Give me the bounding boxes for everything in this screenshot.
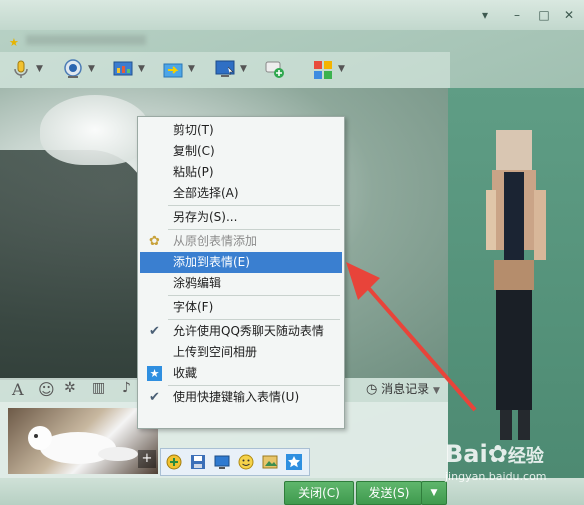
qq-chat-window: ★ ▾ – □ ✕ ▼ ▼ ▼ ▼ ▼ ▼ A ☺ ✲ ▥ ♪ ◷ 消息记录 ▼… [0, 0, 584, 505]
chevron-down-icon: ▼ [36, 64, 43, 74]
pasted-cat-image[interactable] [8, 408, 158, 474]
remote-desktop-button[interactable]: ▼ [212, 56, 256, 82]
menu-item[interactable]: 剪切(T) [140, 120, 342, 141]
watermark-url: jingyan.baidu.com [445, 470, 547, 483]
chevron-down-icon: ▼ [338, 64, 345, 74]
video-call-button[interactable]: ▼ [60, 56, 104, 82]
menu-dropdown-button[interactable]: ▾ [476, 8, 494, 22]
remote-desktop-icon [215, 60, 235, 77]
image-zoom-icon[interactable]: + [138, 450, 156, 468]
menu-item-label: 收藏 [173, 366, 198, 380]
voice-message-icon[interactable]: ♪ [122, 380, 131, 396]
watermark-brand: Bai [445, 440, 488, 468]
menu-separator [168, 319, 340, 320]
maximize-button[interactable]: □ [535, 8, 553, 22]
screenshot-icon[interactable]: ▥ [92, 380, 105, 396]
menu-item[interactable]: 上传到空间相册 [140, 342, 342, 363]
image-action-toolbar [160, 448, 310, 476]
microphone-icon [14, 60, 28, 78]
close-button[interactable]: 关闭(C) [284, 481, 354, 505]
star-icon: ★ [9, 36, 19, 49]
send-options-button[interactable]: ▼ [421, 481, 447, 505]
menu-item[interactable]: 字体(F) [140, 297, 342, 318]
watermark-brand2: 经验 [507, 446, 544, 467]
menu-separator [168, 295, 340, 296]
chevron-down-icon: ▼ [240, 64, 247, 74]
font-icon[interactable]: A [12, 380, 24, 399]
menu-item-label: 全部选择(A) [173, 186, 239, 200]
background-photo-hat [40, 95, 150, 165]
star-bookmark-icon: ★ [147, 366, 162, 381]
file-transfer-icon [163, 63, 183, 78]
paw-icon: ✿ [487, 440, 508, 468]
menu-separator [168, 229, 340, 230]
menu-item[interactable]: ★ 收藏 [140, 363, 342, 384]
apps-icon [314, 61, 332, 79]
menu-item-label: 复制(C) [173, 144, 215, 158]
favorite-icon[interactable] [285, 453, 303, 471]
menu-item-label: 使用快捷键输入表情(U) [173, 390, 300, 404]
contact-name-blurred [26, 35, 146, 45]
menu-item-label: 允许使用QQ秀聊天随动表情 [173, 324, 324, 338]
baidu-watermark: Bai✿经验 jingyan.baidu.com [445, 440, 580, 500]
menu-item[interactable]: 粘贴(P) [140, 162, 342, 183]
menu-item-label: 剪切(T) [173, 123, 214, 137]
qq-show-avatar [486, 130, 556, 450]
menu-item: ✿ 从原创表情添加 [140, 231, 342, 252]
menu-item-label: 粘贴(P) [173, 165, 214, 179]
menu-item[interactable]: 另存为(S)... [140, 207, 342, 228]
edit-image-icon[interactable] [261, 453, 279, 471]
check-icon: ✔ [149, 390, 160, 405]
sticker-icon[interactable] [237, 453, 255, 471]
send-file-button[interactable]: ▼ [160, 56, 204, 82]
menu-separator [168, 385, 340, 386]
menu-item[interactable]: ✔ 允许使用QQ秀聊天随动表情 [140, 321, 342, 342]
screen-icon[interactable] [213, 453, 231, 471]
share-screen-button[interactable]: ▼ [110, 56, 154, 82]
context-menu: 剪切(T) 复制(C) 粘贴(P) 全部选择(A) 另存为(S)... ✿ 从原创表情添加添… [137, 116, 345, 429]
add-contact-icon [265, 61, 284, 78]
magic-icon[interactable]: ✲ [64, 380, 76, 396]
check-icon: ✔ [149, 324, 160, 339]
menu-item[interactable]: ✔ 使用快捷键输入表情(U) [140, 387, 342, 408]
background-photo [0, 150, 150, 380]
annotation-arrow [346, 262, 477, 412]
emoji-icon[interactable]: ☺ [38, 380, 55, 399]
menu-item-label: 上传到空间相册 [173, 345, 258, 359]
add-emoji-icon[interactable] [165, 453, 183, 471]
menu-item[interactable]: 全部选择(A) [140, 183, 342, 204]
chevron-down-icon: ▼ [138, 64, 145, 74]
close-window-button[interactable]: ✕ [560, 8, 578, 22]
menu-item[interactable]: 涂鸦编辑 [140, 273, 342, 294]
more-apps-button[interactable]: ▼ [310, 56, 354, 82]
send-button[interactable]: 发送(S) [356, 481, 422, 505]
add-friend-button[interactable] [262, 56, 306, 82]
chevron-down-icon: ▼ [188, 64, 195, 74]
menu-item-label: 字体(F) [173, 300, 214, 314]
minimize-button[interactable]: – [508, 8, 526, 22]
cat-photo-icon [28, 426, 138, 464]
menu-item-label: 添加到表情(E) [173, 255, 250, 269]
title-bar: ★ ▾ – □ ✕ [0, 0, 584, 49]
voice-call-button[interactable]: ▼ [8, 56, 52, 82]
save-image-icon[interactable] [189, 453, 207, 471]
chevron-down-icon: ▼ [88, 64, 95, 74]
menu-separator [168, 205, 340, 206]
menu-item[interactable]: 添加到表情(E) [140, 252, 342, 273]
webcam-icon [64, 59, 82, 78]
menu-item-label: 涂鸦编辑 [173, 276, 222, 290]
menu-item[interactable]: 复制(C) [140, 141, 342, 162]
app-share-icon [113, 61, 133, 76]
menu-item-label: 从原创表情添加 [173, 234, 258, 248]
menu-item-label: 另存为(S)... [173, 210, 238, 224]
palette-icon: ✿ [149, 234, 160, 249]
